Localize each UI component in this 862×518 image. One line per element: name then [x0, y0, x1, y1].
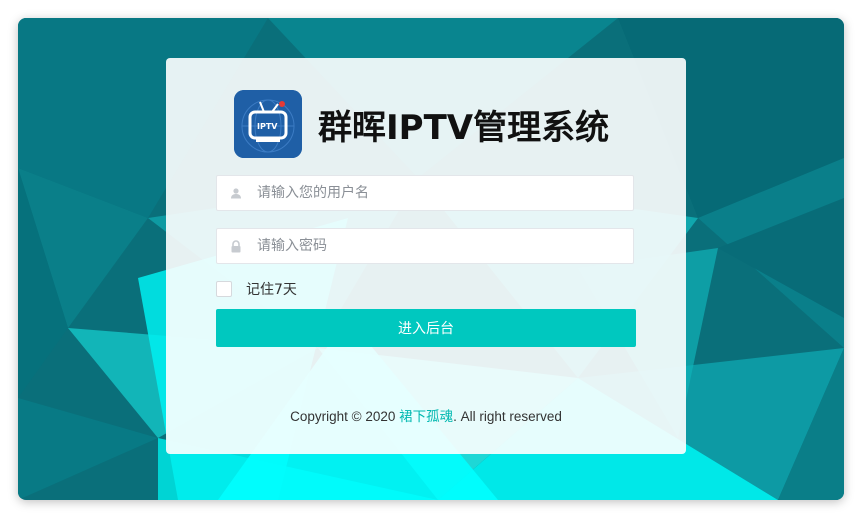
copyright-suffix: . All right reserved — [453, 409, 562, 424]
login-button[interactable]: 进入后台 — [216, 309, 636, 347]
user-icon — [217, 187, 255, 199]
app-window: IPTV 群晖IPTV管理系统 请输入您的用户名 记住7天 进入后台 Copyr… — [18, 18, 844, 500]
login-card: IPTV 群晖IPTV管理系统 请输入您的用户名 记住7天 进入后台 Copyr… — [166, 58, 686, 454]
logo-text: IPTV — [257, 122, 278, 131]
password-input[interactable] — [255, 237, 619, 255]
remember-me[interactable]: 记住7天 — [216, 280, 297, 298]
username-input[interactable] — [255, 184, 619, 202]
iptv-logo: IPTV — [234, 90, 302, 158]
remember-checkbox[interactable] — [216, 281, 232, 297]
username-field[interactable] — [216, 175, 634, 211]
lock-icon — [217, 239, 255, 253]
tv-icon: IPTV — [234, 90, 302, 158]
page-title: 群晖IPTV管理系统 — [318, 107, 610, 148]
remember-label[interactable]: 记住7天 — [246, 279, 297, 299]
copyright-footer: Copyright © 2020 裙下孤魂. All right reserve… — [166, 405, 686, 425]
login-header: IPTV 群晖IPTV管理系统 — [234, 90, 609, 158]
copyright-prefix: Copyright © 2020 — [290, 409, 400, 424]
password-field[interactable] — [216, 228, 634, 264]
author-link[interactable]: 裙下孤魂 — [399, 409, 453, 424]
